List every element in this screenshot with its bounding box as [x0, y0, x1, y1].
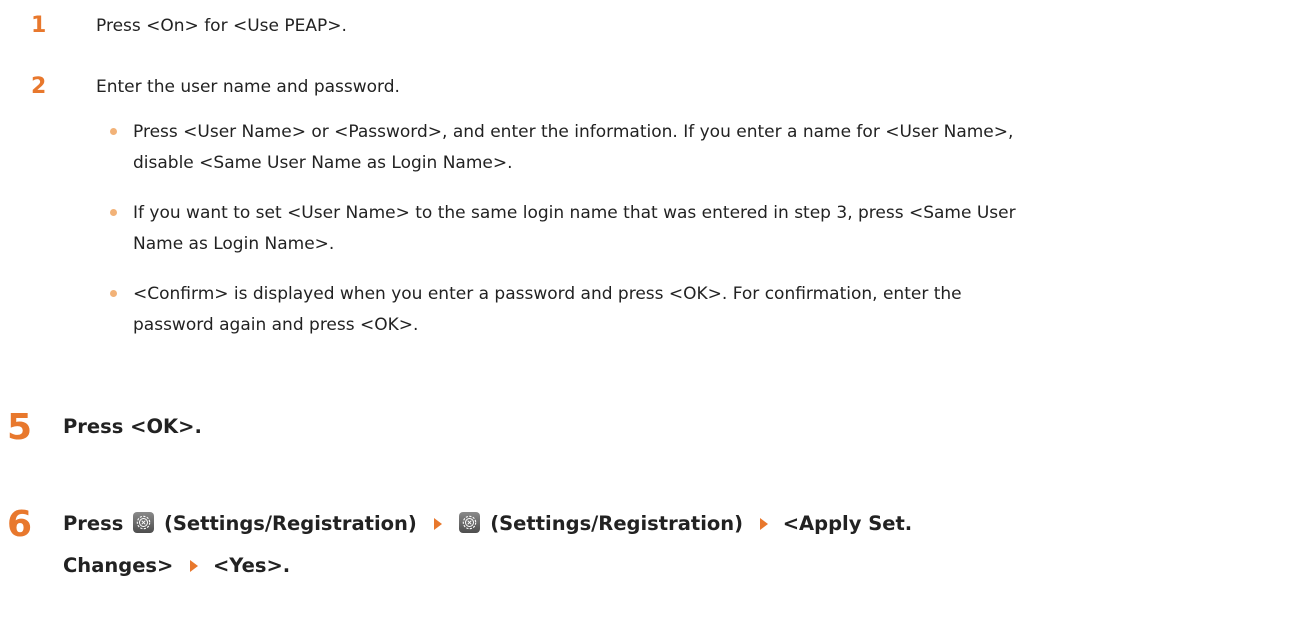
arrow-right-icon [759, 518, 768, 530]
substep-number: 2 [31, 74, 47, 99]
arrow-right-icon [433, 518, 442, 530]
bullet-text-line: If you want to set <User Name> to the sa… [133, 203, 1016, 223]
step-text: Press <OK>. [63, 415, 202, 438]
settings-registration-label: (Settings/Registration) [490, 512, 744, 535]
substep-text: Enter the user name and password. [96, 77, 400, 97]
bullet-text-line: Name as Login Name>. [133, 234, 335, 254]
step-number: 6 [7, 504, 33, 545]
bullet-dot-icon [110, 209, 117, 216]
step-number: 5 [7, 407, 33, 448]
settings-registration-icon [133, 512, 155, 533]
bullet-dot-icon [110, 128, 117, 135]
yes-label: <Yes>. [212, 554, 291, 577]
apply-set-changes-label-cont: Changes> [63, 554, 174, 577]
step-text-line-1: Press (Settings/Registration) (Settings/… [63, 504, 912, 544]
apply-set-changes-label: <Apply Set. [782, 512, 913, 535]
step-text-line-2: Changes> <Yes>. [63, 546, 290, 586]
bullet-text-line: password again and press <OK>. [133, 315, 419, 335]
bullet-text-line: disable <Same User Name as Login Name>. [133, 153, 513, 173]
settings-registration-icon [459, 512, 481, 533]
bullet-dot-icon [110, 290, 117, 297]
substep-number: 1 [31, 13, 47, 38]
settings-registration-label: (Settings/Registration) [163, 512, 417, 535]
arrow-right-icon [190, 560, 199, 572]
bullet-text-line: Press <User Name> or <Password>, and ent… [133, 122, 1014, 142]
bullet-text-line: <Confirm> is displayed when you enter a … [133, 284, 962, 304]
press-word: Press [63, 512, 124, 535]
substep-text: Press <On> for <Use PEAP>. [96, 16, 347, 36]
